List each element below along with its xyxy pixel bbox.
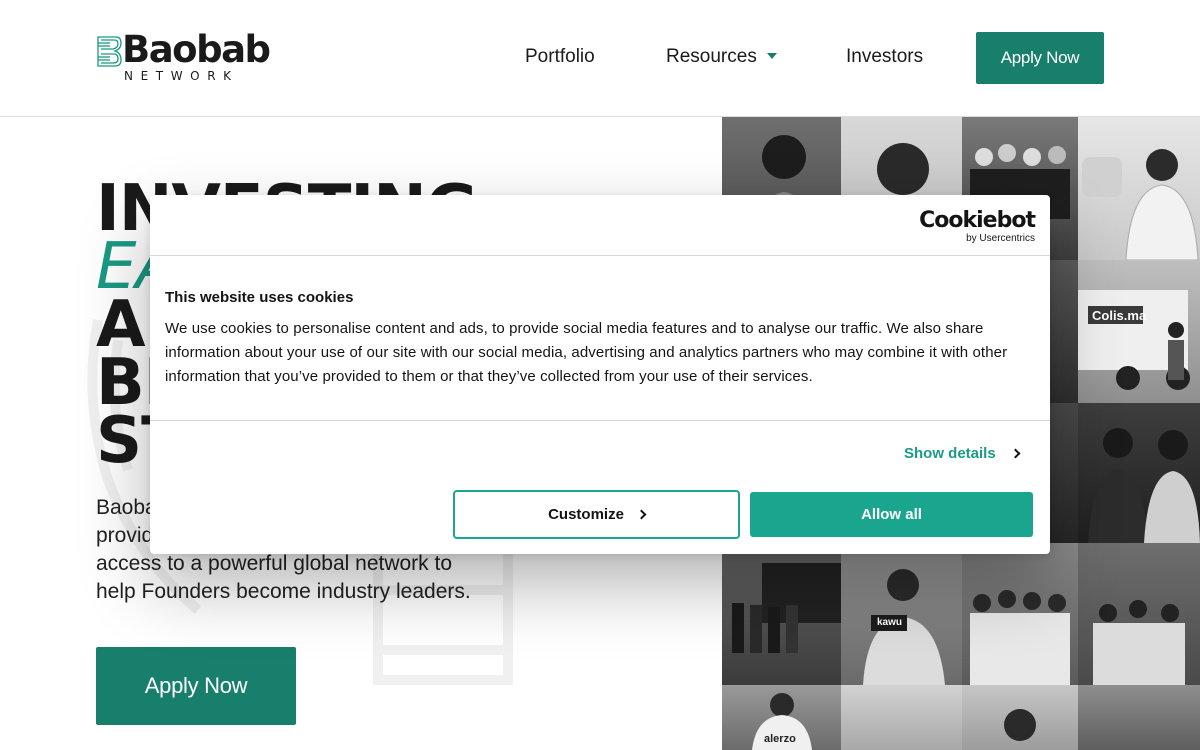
- nav-portfolio[interactable]: Portfolio: [525, 46, 595, 68]
- alerzo-label: alerzo: [764, 733, 796, 745]
- nav-resources-label: Resources: [666, 46, 757, 67]
- nav-investors-label: Investors: [846, 46, 924, 67]
- chevron-right-icon: [636, 509, 647, 520]
- allow-all-button[interactable]: Allow all: [750, 492, 1033, 537]
- customize-button[interactable]: Customize: [453, 490, 740, 539]
- nav-resources[interactable]: Resources: [666, 46, 777, 68]
- nav-investors[interactable]: Investors: [846, 46, 923, 68]
- show-details-label: Show details: [904, 445, 996, 462]
- apply-now-button-header[interactable]: Apply Now: [976, 32, 1104, 84]
- cookie-consent-dialog: Cookiebot by Usercentrics This website u…: [150, 195, 1050, 554]
- divider: [150, 420, 1050, 421]
- site-header: Baobab NETWORK Portfolio Resources Inves…: [0, 0, 1200, 117]
- show-details-link[interactable]: Show details: [904, 445, 1021, 462]
- apply-now-button-hero[interactable]: Apply Now: [96, 647, 296, 725]
- colis-label: Colis.ma: [1092, 308, 1147, 323]
- kawu-label: kawu: [877, 617, 903, 628]
- cookiebot-logo-by: by Usercentrics: [966, 233, 1035, 244]
- divider: [150, 255, 1050, 256]
- chevron-right-icon: [1010, 448, 1021, 459]
- customize-label: Customize: [548, 506, 624, 523]
- logo-subtitle: NETWORK: [124, 69, 239, 83]
- kawu-founder-photo: kawu: [841, 543, 962, 685]
- chevron-down-icon: [766, 52, 777, 59]
- nav-portfolio-label: Portfolio: [525, 46, 595, 67]
- speaker-photo: [1078, 117, 1200, 260]
- founder-photo: [841, 685, 962, 750]
- hero-description-line-4: help Founders become industry leaders.: [96, 580, 471, 603]
- cookie-dialog-title: This website uses cookies: [165, 289, 354, 306]
- building-photo: [1078, 685, 1200, 750]
- cookie-dialog-text: We use cookies to personalise content an…: [165, 320, 1008, 385]
- alerzo-photo: alerzo: [722, 685, 841, 750]
- outdoor-team-photo: [1078, 543, 1200, 685]
- founder-photo: [962, 685, 1078, 750]
- clinic-team-photo: [962, 543, 1078, 685]
- baobab-logo-mark-icon: [97, 36, 122, 67]
- cookiebot-logo-main: Cookiebot: [919, 208, 1036, 233]
- founders-duo-photo: [1078, 403, 1200, 543]
- baobab-logo[interactable]: Baobab NETWORK: [96, 28, 296, 84]
- cookiebot-logo: Cookiebot by Usercentrics: [919, 208, 1036, 245]
- event-stage-photo: [722, 543, 841, 685]
- colis-van-photo: Colis.ma: [1078, 260, 1200, 403]
- hero-description-line-3: access to a powerful global network to: [96, 552, 453, 575]
- logo-wordmark: Baobab: [122, 28, 271, 71]
